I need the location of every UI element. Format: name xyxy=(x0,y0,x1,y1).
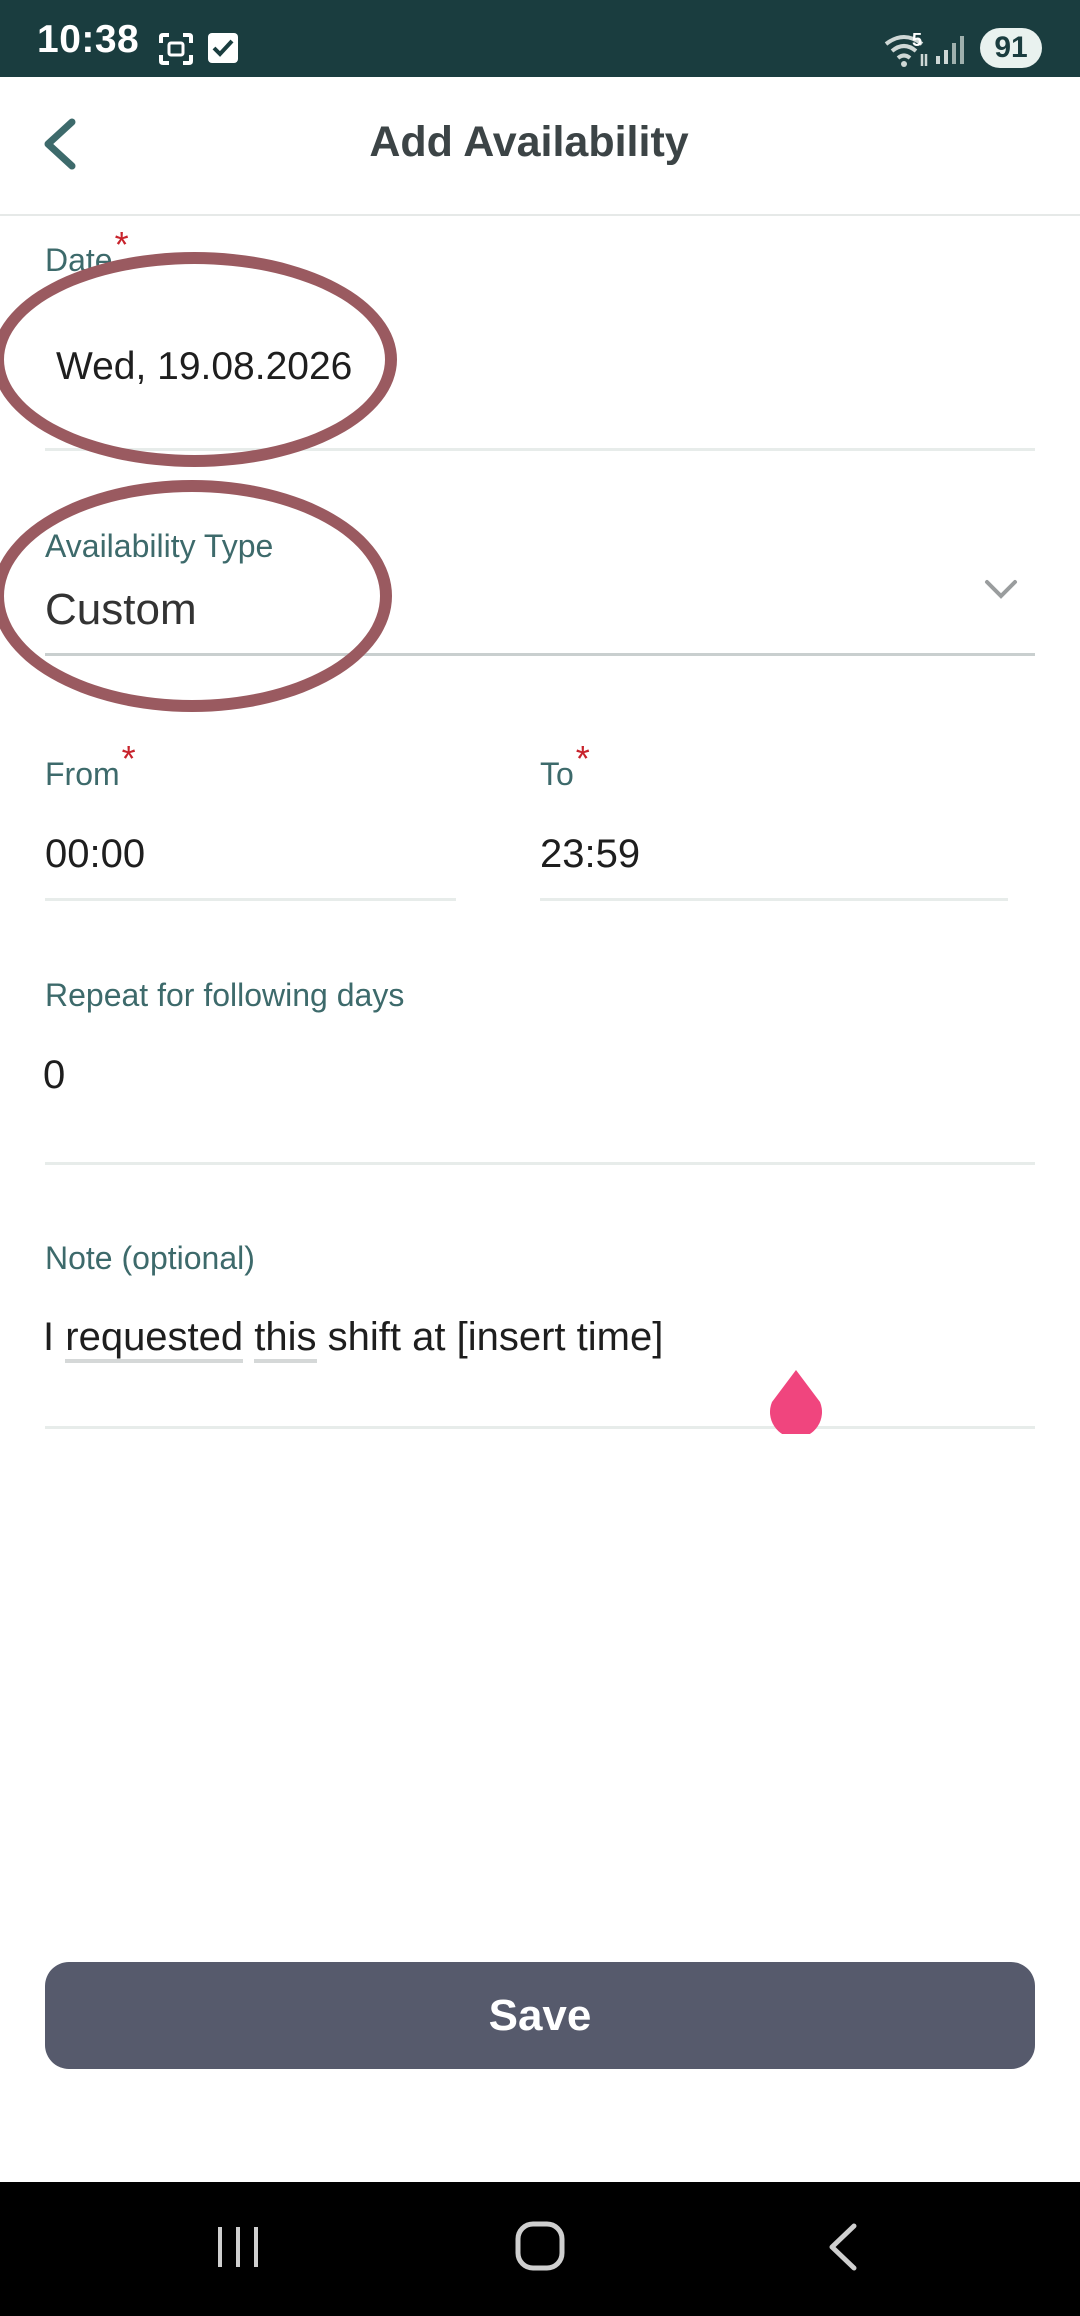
wifi-icon xyxy=(884,35,928,67)
required-marker: * xyxy=(121,738,136,779)
text-cursor-handle-icon[interactable] xyxy=(768,1368,824,1434)
battery-indicator: 91 xyxy=(980,28,1042,68)
note-text-3: this xyxy=(254,1315,317,1363)
annotation-circle-type xyxy=(0,480,392,712)
from-label: From* xyxy=(45,738,136,792)
from-time-input[interactable]: 00:00 xyxy=(45,832,145,877)
to-label: To* xyxy=(540,738,590,792)
note-text-2: requested xyxy=(65,1315,244,1363)
note-label: Note (optional) xyxy=(45,1240,255,1276)
repeat-days-input[interactable]: 0 xyxy=(43,1053,65,1098)
save-button[interactable]: Save xyxy=(45,1962,1035,2069)
chevron-down-icon[interactable] xyxy=(984,578,1018,602)
note-underline xyxy=(45,1426,1035,1429)
annotation-circle-date xyxy=(0,252,397,467)
wifi-badge: 5 xyxy=(912,30,923,50)
repeat-label: Repeat for following days xyxy=(45,977,405,1013)
required-marker: * xyxy=(575,738,590,779)
home-icon[interactable] xyxy=(514,2220,566,2272)
to-underline xyxy=(540,898,1008,901)
checkbox-icon xyxy=(208,33,238,63)
page-title: Add Availability xyxy=(369,118,689,166)
status-time: 10:38 xyxy=(37,18,140,61)
to-time-input[interactable]: 23:59 xyxy=(540,832,640,877)
from-underline xyxy=(45,898,456,901)
note-input[interactable]: I requested this shift at [insert time] xyxy=(43,1315,664,1363)
note-text-4: shift at [insert time] xyxy=(327,1315,664,1359)
repeat-underline xyxy=(45,1162,1035,1165)
signal-icon xyxy=(936,36,964,64)
back-icon[interactable] xyxy=(824,2222,860,2272)
note-text-1: I xyxy=(43,1315,55,1359)
screenshot-icon xyxy=(159,33,193,65)
recents-icon[interactable] xyxy=(214,2224,262,2270)
